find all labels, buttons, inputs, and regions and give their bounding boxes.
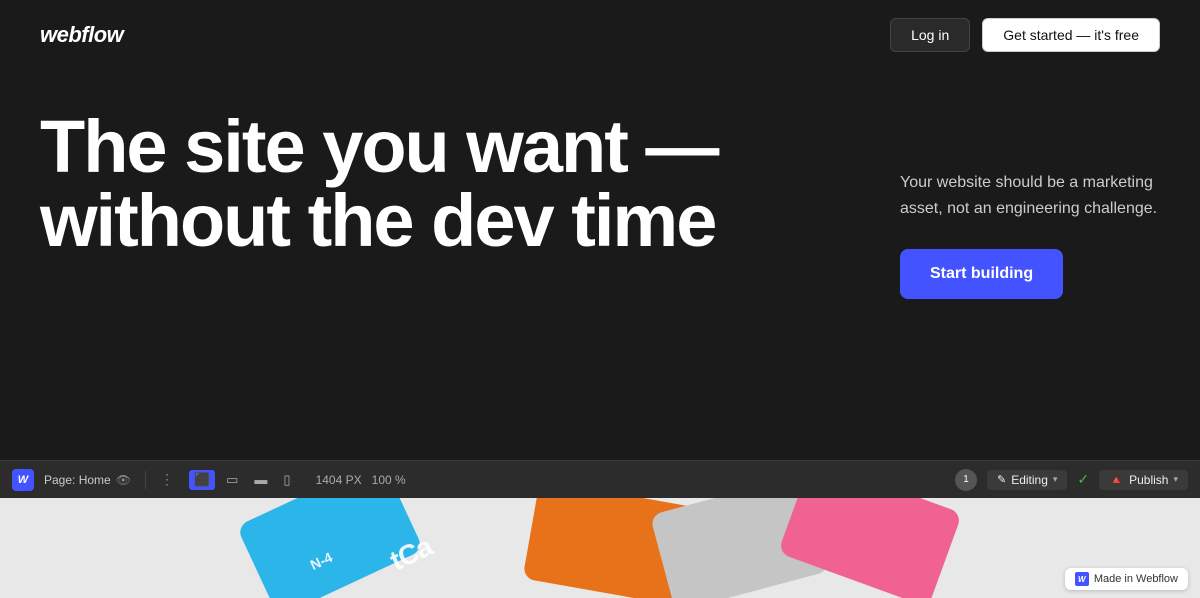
editing-chevron-icon: ▾: [1053, 474, 1058, 485]
logo: webflow: [40, 22, 123, 48]
mobile-viewport-icon[interactable]: ▯: [278, 470, 295, 490]
editor-bar: W Page: Home 👁 ⋮ ⬛ ▭ ▬ ▯ 1404 PX 100 % 1…: [0, 460, 1200, 498]
hero-right: Your website should be a marketing asset…: [880, 110, 1160, 299]
hero-headline: The site you want — without the dev time: [40, 110, 740, 258]
publish-chevron-icon: ▾: [1173, 474, 1178, 485]
login-button[interactable]: Log in: [890, 18, 970, 52]
check-icon: ✓: [1077, 471, 1089, 488]
tablet-viewport-icon[interactable]: ▭: [221, 470, 243, 490]
desktop-viewport-icon[interactable]: ⬛: [189, 470, 215, 490]
get-started-button[interactable]: Get started — it's free: [982, 18, 1160, 52]
made-in-webflow-badge[interactable]: W Made in Webflow: [1065, 568, 1188, 590]
hero-subtext: Your website should be a marketing asset…: [900, 170, 1160, 221]
header-nav: Log in Get started — it's free: [890, 18, 1160, 52]
eye-icon[interactable]: 👁: [116, 473, 131, 487]
editing-button[interactable]: ✎ Editing ▾: [987, 470, 1067, 490]
user-badge[interactable]: 1: [955, 469, 977, 491]
editor-page-label: Page: Home 👁: [44, 473, 131, 487]
canvas-size-label: 1404 PX 100 %: [316, 473, 406, 487]
start-building-button[interactable]: Start building: [900, 249, 1063, 299]
pencil-icon: ✎: [997, 473, 1006, 486]
publish-label: Publish: [1129, 473, 1168, 487]
editing-label: Editing: [1011, 473, 1048, 487]
canvas-area: N-4 tCa W Made in Webflow: [0, 498, 1200, 598]
publish-button[interactable]: 🔺 Publish ▾: [1099, 470, 1188, 490]
page-name-label: Page: Home: [44, 473, 111, 487]
tablet-landscape-viewport-icon[interactable]: ▬: [249, 470, 272, 489]
cards-container: N-4 tCa: [0, 498, 1200, 598]
made-webflow-logo: W: [1075, 572, 1089, 586]
made-in-webflow-label: Made in Webflow: [1094, 573, 1178, 585]
hero-left: The site you want — without the dev time: [40, 110, 740, 258]
card-pink: [778, 498, 963, 598]
more-options-icon[interactable]: ⋮: [160, 471, 175, 488]
editor-divider: [145, 471, 146, 489]
hero-section: The site you want — without the dev time…: [0, 70, 1200, 460]
editor-w-logo: W: [12, 469, 34, 491]
person-icon: 🔺: [1109, 473, 1124, 487]
header: webflow Log in Get started — it's free: [0, 0, 1200, 70]
viewport-icons: ⬛ ▭ ▬ ▯: [189, 470, 296, 490]
